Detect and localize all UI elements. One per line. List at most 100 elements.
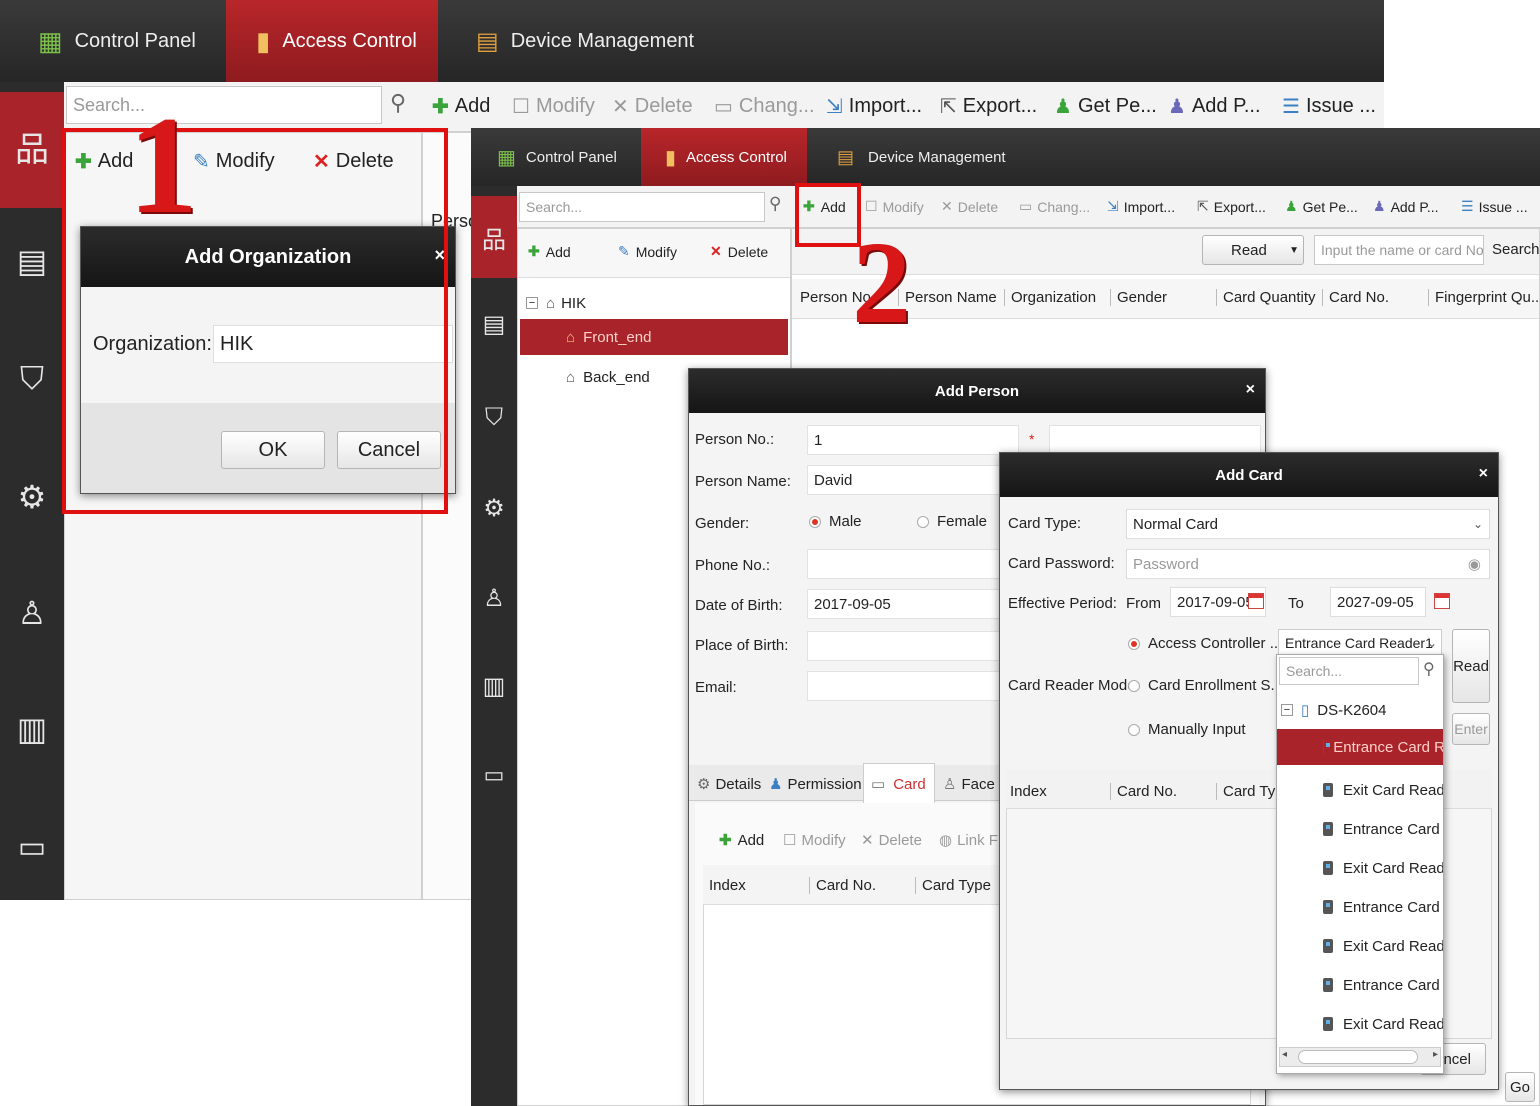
clipboard-icon[interactable]: ▤ [0, 242, 64, 280]
col-card-no[interactable]: Card No. [1322, 289, 1389, 306]
toolbar-modify[interactable]: ☐ Modify [865, 198, 924, 215]
card-modify-button[interactable]: ☐ Modify [783, 831, 846, 850]
scroll-thumb[interactable] [1298, 1050, 1418, 1064]
access-controller-radio[interactable]: Access Controller ... [1128, 635, 1282, 652]
search-button[interactable]: Search [1492, 241, 1540, 258]
tab-control-panel[interactable]: ▦ Control Panel [497, 128, 637, 186]
pob-input[interactable] [807, 631, 1019, 661]
go-button[interactable]: Go [1505, 1072, 1535, 1102]
card-password-input[interactable]: Password ◉ [1126, 549, 1490, 579]
shield-icon[interactable]: ⛉ [471, 404, 517, 432]
toolbar-import[interactable]: ⇲ Import... [1107, 198, 1175, 215]
search-input[interactable]: Search... [519, 192, 765, 222]
eye-icon[interactable]: ◉ [1468, 555, 1481, 573]
terminal-icon[interactable]: ▭ [471, 762, 517, 788]
search-icon[interactable]: ⚲ [390, 90, 406, 116]
reader-item-6[interactable]: Exit Card Reader [1323, 933, 1443, 959]
tree-item-front-end[interactable]: ⌂ Front_end [520, 319, 788, 355]
toolbar-change[interactable]: ▭ Chang... [1019, 198, 1090, 215]
col-card-no[interactable]: Card No. [1110, 783, 1177, 800]
toolbar-get-person[interactable]: ♟ Get Pe... [1285, 198, 1358, 215]
person-icon[interactable]: ♙ [0, 594, 64, 632]
toolbar-change[interactable]: ▭ Chang... [714, 94, 815, 119]
collapse-icon[interactable]: − [526, 297, 538, 309]
phone-input[interactable] [807, 549, 1019, 579]
gear-icon[interactable]: ⚙ [471, 494, 517, 523]
terminal-icon[interactable]: ▭ [0, 830, 64, 865]
col-card-type[interactable]: Card Type [915, 877, 991, 894]
person-name-input[interactable]: David [807, 465, 1019, 495]
dropdown-search-input[interactable]: Search... [1279, 657, 1419, 685]
toolbar-add[interactable]: ✚ Add [432, 94, 490, 119]
manual-input-radio[interactable]: Manually Input [1128, 721, 1246, 738]
clipboard-icon[interactable]: ▤ [471, 310, 517, 339]
report-icon[interactable]: ▥ [471, 672, 517, 701]
calendar-icon[interactable] [1248, 593, 1264, 609]
tab-device-management[interactable]: ▤ Device Management [837, 128, 1027, 186]
reader-item-2[interactable]: Exit Card Reader [1323, 777, 1443, 803]
person-no-input[interactable]: 1 [807, 425, 1019, 455]
col-index[interactable]: Index [709, 877, 746, 894]
read-select[interactable]: Read ▼ [1202, 235, 1304, 265]
col-card-no[interactable]: Card No. [809, 877, 876, 894]
search-icon[interactable]: ⚲ [769, 194, 781, 214]
tab-details[interactable]: ⚙ Details [697, 775, 761, 794]
search-input[interactable]: Search... [66, 86, 382, 124]
report-icon[interactable]: ▥ [0, 710, 64, 748]
toolbar-delete[interactable]: ✕ Delete [941, 198, 998, 215]
email-input[interactable] [807, 671, 1019, 701]
toolbar-issue[interactable]: ☰ Issue ... [1282, 94, 1376, 119]
tree-root-hik[interactable]: − ⌂ HIK [526, 289, 586, 317]
card-add-button[interactable]: ✚ Add [719, 831, 764, 850]
search-icon[interactable]: ⚲ [1423, 659, 1435, 679]
tab-device-management[interactable]: ▤ Device Management [476, 0, 708, 82]
name-card-search-input[interactable]: Input the name or card No... [1314, 235, 1484, 265]
card-reader-select[interactable]: Entrance Card Reader1 ⌄ [1278, 629, 1442, 657]
toolbar-add-person[interactable]: ♟ Add P... [1373, 198, 1439, 215]
collapse-icon[interactable]: − [1281, 704, 1293, 716]
close-icon[interactable]: × [1246, 381, 1255, 399]
reader-item-3[interactable]: Entrance Card R [1323, 816, 1443, 842]
read-button[interactable]: Read [1452, 629, 1490, 703]
org-tree-icon[interactable]: 品 [0, 122, 64, 171]
toolbar-import[interactable]: ⇲ Import... [826, 94, 922, 119]
tree-item-back-end[interactable]: ⌂ Back_end [566, 363, 650, 391]
shield-icon[interactable]: ⛉ [0, 360, 64, 398]
col-index[interactable]: Index [1010, 783, 1047, 800]
close-icon[interactable]: × [1479, 465, 1488, 483]
org-delete-button[interactable]: ✕ Delete [710, 243, 768, 260]
tab-permission[interactable]: ♟ Permission [769, 775, 862, 794]
horizontal-scrollbar[interactable]: ◂ ▸ [1279, 1047, 1441, 1067]
scroll-left-icon[interactable]: ◂ [1282, 1049, 1287, 1060]
card-enrollment-radio[interactable]: Card Enrollment S... [1128, 677, 1283, 694]
toolbar-issue[interactable]: ☰ Issue ... [1461, 198, 1528, 215]
scroll-right-icon[interactable]: ▸ [1433, 1049, 1438, 1060]
to-date-input[interactable]: 2027-09-05 [1330, 587, 1426, 617]
enter-button[interactable]: Enter [1452, 713, 1490, 745]
dob-input[interactable]: 2017-09-05 [807, 589, 1019, 619]
gender-female-radio[interactable]: Female [917, 513, 987, 530]
toolbar-delete[interactable]: ✕ Delete [612, 94, 693, 119]
person-extra-field[interactable] [1049, 425, 1261, 455]
toolbar-add-person[interactable]: ♟ Add P... [1168, 94, 1261, 119]
col-person-name[interactable]: Person Name [898, 289, 997, 306]
reader-item-1[interactable]: Entrance Card R [1277, 729, 1443, 765]
reader-item-7[interactable]: Entrance Card R [1323, 972, 1443, 998]
tab-access-control[interactable]: ▮ Access Control [226, 0, 438, 82]
person-icon[interactable]: ♙ [471, 584, 517, 613]
calendar-icon[interactable] [1433, 593, 1450, 609]
toolbar-get-person[interactable]: ♟ Get Pe... [1054, 94, 1157, 119]
col-gender[interactable]: Gender [1110, 289, 1167, 306]
card-link-fingerprint-button[interactable]: ◍ Link Fi [939, 831, 1001, 850]
reader-item-4[interactable]: Exit Card Reader [1323, 855, 1443, 881]
toolbar-export[interactable]: ⇱ Export... [1197, 198, 1266, 215]
tab-access-control[interactable]: ▮ Access Control [641, 128, 807, 186]
card-delete-button[interactable]: ✕ Delete [861, 831, 922, 850]
reader-item-5[interactable]: Entrance Card R [1323, 894, 1443, 920]
col-fingerprint-quantity[interactable]: Fingerprint Qu... [1428, 289, 1540, 306]
gear-icon[interactable]: ⚙ [0, 478, 64, 516]
org-modify-button[interactable]: ✎ Modify [618, 243, 677, 260]
card-type-select[interactable]: Normal Card ⌄ [1126, 509, 1490, 539]
toolbar-modify[interactable]: ☐ Modify [512, 94, 595, 119]
org-tree-icon[interactable]: 品 [471, 220, 517, 255]
